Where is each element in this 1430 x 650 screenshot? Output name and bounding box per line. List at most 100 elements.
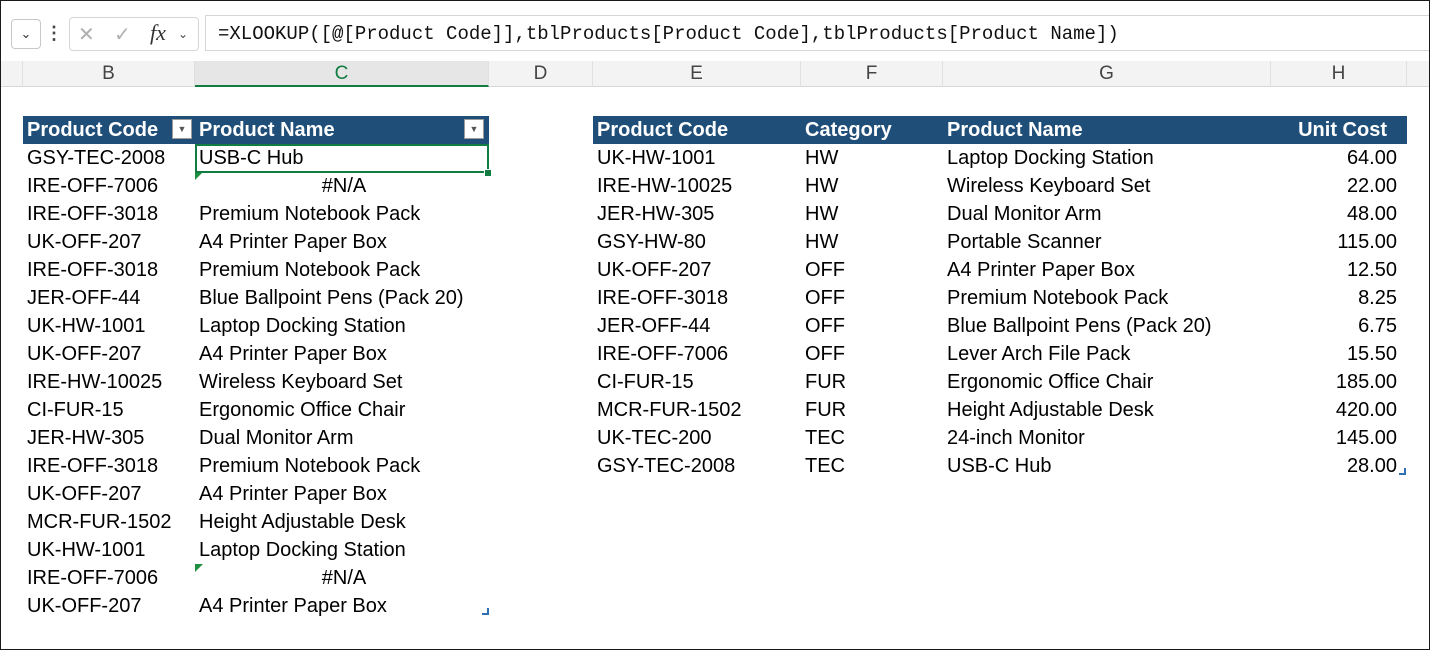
cell-product-code[interactable]: MCR-FUR-1502 (593, 396, 801, 424)
cell-product-code[interactable]: IRE-OFF-7006 (23, 564, 195, 592)
cell-product-name[interactable]: A4 Printer Paper Box (195, 480, 489, 508)
cell-product-code[interactable]: IRE-OFF-7006 (593, 340, 801, 368)
column-header-d[interactable]: D (489, 61, 593, 87)
cell-product-code[interactable]: JER-OFF-44 (593, 312, 801, 340)
fill-handle[interactable] (484, 169, 492, 177)
cell-unit-cost[interactable]: 145.00 (1271, 424, 1407, 452)
cell-product-name[interactable]: #N/A (195, 564, 489, 592)
cell-category[interactable]: FUR (801, 396, 943, 424)
cell-product-name[interactable]: Laptop Docking Station (195, 312, 489, 340)
more-options-icon[interactable]: ⋮ (45, 21, 63, 45)
cell-product-name[interactable]: Dual Monitor Arm (943, 200, 1271, 228)
cell-unit-cost[interactable]: 185.00 (1271, 368, 1407, 396)
cell-product-code[interactable]: IRE-OFF-7006 (23, 172, 195, 200)
cell-product-name[interactable]: Lever Arch File Pack (943, 340, 1271, 368)
column-header-h[interactable]: H (1271, 61, 1407, 87)
cell-product-name[interactable]: Ergonomic Office Chair (195, 396, 489, 424)
cell-product-code[interactable]: IRE-OFF-3018 (23, 200, 195, 228)
cell-product-code[interactable]: JER-HW-305 (593, 200, 801, 228)
table-resize-handle[interactable] (482, 608, 489, 615)
cell-product-code[interactable]: IRE-HW-10025 (593, 172, 801, 200)
filter-dropdown-icon[interactable]: ▼ (172, 119, 192, 139)
cell-product-name[interactable]: A4 Printer Paper Box (195, 340, 489, 368)
cell-product-name[interactable]: Blue Ballpoint Pens (Pack 20) (195, 284, 489, 312)
cell-product-code[interactable]: UK-OFF-207 (23, 340, 195, 368)
cell-product-code[interactable]: CI-FUR-15 (23, 396, 195, 424)
cell-unit-cost[interactable]: 12.50 (1271, 256, 1407, 284)
cell-product-code[interactable]: JER-HW-305 (23, 424, 195, 452)
cell-unit-cost[interactable]: 15.50 (1271, 340, 1407, 368)
cell-product-code[interactable]: GSY-TEC-2008 (23, 144, 195, 172)
column-header-f[interactable]: F (801, 61, 943, 87)
cell-unit-cost[interactable]: 48.00 (1271, 200, 1407, 228)
cell-product-name[interactable]: Wireless Keyboard Set (195, 368, 489, 396)
cell-product-code[interactable]: UK-TEC-200 (593, 424, 801, 452)
cell-category[interactable]: TEC (801, 452, 943, 480)
cell-product-code[interactable]: UK-OFF-207 (593, 256, 801, 284)
cell-unit-cost[interactable]: 28.00 (1271, 452, 1407, 480)
cell-product-code[interactable]: UK-HW-1001 (23, 536, 195, 564)
cell-product-code[interactable]: IRE-OFF-3018 (593, 284, 801, 312)
enter-check-icon[interactable]: ✓ (114, 22, 131, 47)
cell-product-code[interactable]: JER-OFF-44 (23, 284, 195, 312)
cell-product-name[interactable]: A4 Printer Paper Box (195, 228, 489, 256)
cell-product-name[interactable]: Dual Monitor Arm (195, 424, 489, 452)
cell-category[interactable]: HW (801, 144, 943, 172)
cell-category[interactable]: FUR (801, 368, 943, 396)
cell-category[interactable]: OFF (801, 256, 943, 284)
cell-product-code[interactable]: IRE-OFF-3018 (23, 452, 195, 480)
formula-input[interactable]: =XLOOKUP([@[Product Code]],tblProducts[P… (205, 15, 1429, 51)
cell-unit-cost[interactable]: 420.00 (1271, 396, 1407, 424)
cell-product-code[interactable]: UK-OFF-207 (23, 592, 195, 620)
cell-product-name[interactable]: Portable Scanner (943, 228, 1271, 256)
cell-category[interactable]: TEC (801, 424, 943, 452)
cell-product-name[interactable]: Wireless Keyboard Set (943, 172, 1271, 200)
cell-product-name[interactable]: USB-C Hub (943, 452, 1271, 480)
filter-dropdown-icon[interactable]: ▼ (464, 119, 484, 139)
cell-product-name[interactable]: Laptop Docking Station (943, 144, 1271, 172)
cell-product-name[interactable]: A4 Printer Paper Box (943, 256, 1271, 284)
cell-product-code[interactable]: UK-HW-1001 (23, 312, 195, 340)
cell-product-name[interactable]: A4 Printer Paper Box (195, 592, 489, 620)
column-header-e[interactable]: E (593, 61, 801, 87)
cell-product-name[interactable]: Ergonomic Office Chair (943, 368, 1271, 396)
cell-unit-cost[interactable]: 115.00 (1271, 228, 1407, 256)
cell-product-name[interactable]: Blue Ballpoint Pens (Pack 20) (943, 312, 1271, 340)
cell-product-code[interactable]: UK-HW-1001 (593, 144, 801, 172)
cancel-icon[interactable]: ✕ (78, 22, 95, 47)
cell-product-name[interactable]: Premium Notebook Pack (195, 452, 489, 480)
cell-product-code[interactable]: MCR-FUR-1502 (23, 508, 195, 536)
cell-unit-cost[interactable]: 6.75 (1271, 312, 1407, 340)
cell-category[interactable]: HW (801, 200, 943, 228)
cell-unit-cost[interactable]: 22.00 (1271, 172, 1407, 200)
chevron-down-icon[interactable]: ⌄ (178, 27, 188, 41)
insert-function-icon[interactable]: fx (150, 20, 166, 46)
cell-product-code[interactable]: IRE-OFF-3018 (23, 256, 195, 284)
cell-product-code[interactable]: UK-OFF-207 (23, 480, 195, 508)
cell-category[interactable]: OFF (801, 312, 943, 340)
table-resize-handle[interactable] (1399, 468, 1406, 475)
cell-product-code[interactable]: IRE-HW-10025 (23, 368, 195, 396)
cell-unit-cost[interactable]: 8.25 (1271, 284, 1407, 312)
name-box-dropdown-chevron-icon[interactable]: ⌄ (11, 19, 41, 49)
column-header-b[interactable]: B (23, 61, 195, 87)
cell-category[interactable]: HW (801, 172, 943, 200)
cell-product-name[interactable]: Premium Notebook Pack (195, 200, 489, 228)
cell-product-name[interactable]: Laptop Docking Station (195, 536, 489, 564)
cell-product-name[interactable]: Premium Notebook Pack (943, 284, 1271, 312)
cell-product-code[interactable]: CI-FUR-15 (593, 368, 801, 396)
cell-product-name[interactable]: Height Adjustable Desk (195, 508, 489, 536)
cell-product-name[interactable]: 24-inch Monitor (943, 424, 1271, 452)
column-header-g[interactable]: G (943, 61, 1271, 87)
cell-category[interactable]: OFF (801, 340, 943, 368)
cell-product-code[interactable]: UK-OFF-207 (23, 228, 195, 256)
cell-product-name[interactable]: Premium Notebook Pack (195, 256, 489, 284)
cell-category[interactable]: OFF (801, 284, 943, 312)
cell-product-code[interactable]: GSY-TEC-2008 (593, 452, 801, 480)
cell-product-code[interactable]: GSY-HW-80 (593, 228, 801, 256)
column-header-c[interactable]: C (195, 61, 489, 87)
cell-unit-cost[interactable]: 64.00 (1271, 144, 1407, 172)
cell-product-name[interactable]: #N/A (195, 172, 489, 200)
cell-category[interactable]: HW (801, 228, 943, 256)
cell-product-name[interactable]: Height Adjustable Desk (943, 396, 1271, 424)
